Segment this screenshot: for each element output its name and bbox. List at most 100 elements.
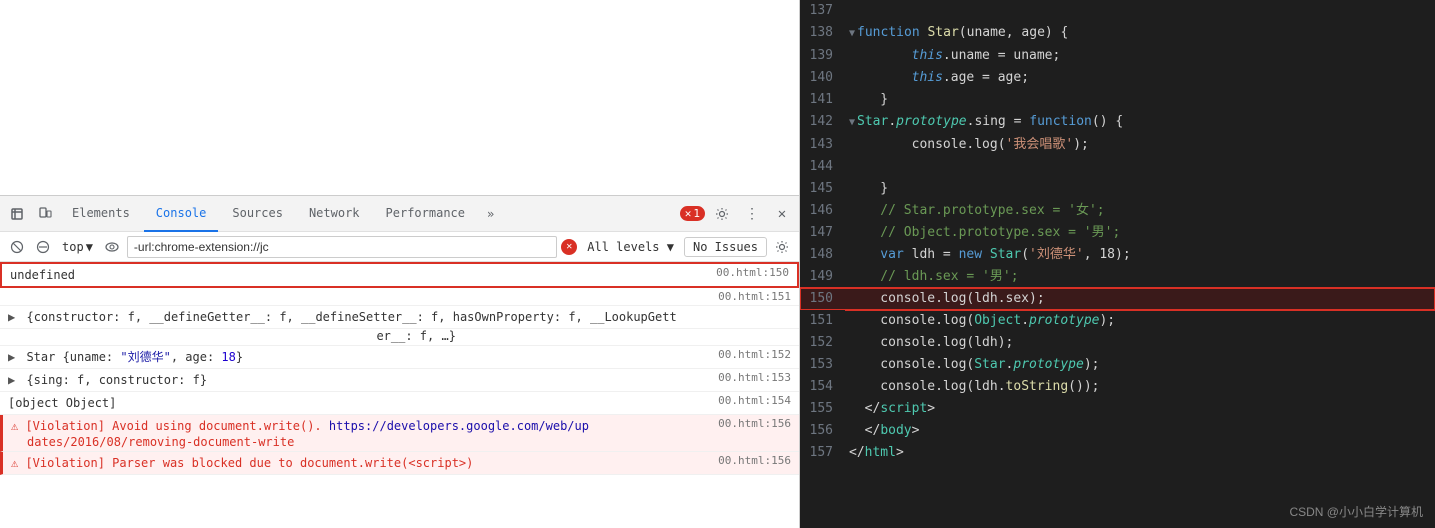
code-line-143: 143 console.log('我会唱歌'); [800,134,1435,156]
more-options-icon[interactable]: ⋮ [739,201,765,227]
code-line-149: 149 // ldh.sex = '男'; [800,266,1435,288]
console-entry-violation1: ⚠ [Violation] Avoid using document.write… [0,415,799,452]
line-num-144: 144 [800,156,845,178]
code-line-139: 139 this.uname = uname; [800,45,1435,67]
collapse-138-icon[interactable]: ▼ [849,28,855,39]
tab-sources[interactable]: Sources [220,196,295,232]
line-content-142: ▼Star.prototype.sing = function() { [845,111,1435,134]
clear-console-icon[interactable] [6,236,28,258]
entry-location-3[interactable]: 00.html:152 [718,348,791,361]
line-num-140: 140 [800,67,845,89]
line-num-137: 137 [800,0,845,22]
code-line-152: 152 console.log(ldh); [800,332,1435,354]
entry-location-1[interactable]: 00.html:150 [716,266,789,279]
code-line-144: 144 [800,156,1435,178]
line-num-145: 145 [800,178,845,200]
entry-text-violation1: ⚠ [Violation] Avoid using document.write… [11,417,710,435]
chevron-down-icon: ▼ [86,240,93,254]
code-line-154: 154 console.log(ldh.toString()); [800,376,1435,398]
entry-text-sing: ▶ {sing: f, constructor: f} [8,371,710,389]
code-lines: 137 138 ▼function Star(uname, age) { 139… [800,0,1435,464]
line-content-149: // ldh.sex = '男'; [845,266,1435,288]
entry-proto-wrap: er__: f, …} [0,329,799,346]
line-num-139: 139 [800,45,845,67]
more-tabs-button[interactable]: » [479,203,502,225]
line-content-150: console.log(ldh.sex); [845,288,1435,310]
line-content-139: this.uname = uname; [845,45,1435,67]
entry-text-star: ▶ Star {uname: "刘德华", age: 18} [8,348,710,366]
console-entry-undefined: undefined 00.html:150 [0,262,799,288]
line-content-155: </script> [845,398,1435,420]
line-content-140: this.age = age; [845,67,1435,89]
line-num-155: 155 [800,398,845,420]
line-num-156: 156 [800,420,845,442]
entry-location-2[interactable]: 00.html:151 [718,290,791,303]
code-line-146: 146 // Star.prototype.sex = '女'; [800,200,1435,222]
code-line-138: 138 ▼function Star(uname, age) { [800,22,1435,45]
expand-star-icon[interactable]: ▶ [8,350,15,364]
entry-text-violation2: ⚠ [Violation] Parser was blocked due to … [11,454,710,472]
devtools-tab-bar: Elements Console Sources Network Perform… [0,196,799,232]
console-entry-obj: [object Object] 00.html:154 [0,392,799,415]
line-content-153: console.log(Star.prototype); [845,354,1435,376]
line-num-138: 138 [800,22,845,44]
block-icon[interactable] [32,236,54,258]
entry-location-6[interactable]: 00.html:156 [718,417,791,435]
line-content-147: // Object.prototype.sex = '男'; [845,222,1435,244]
console-settings-icon[interactable] [771,236,793,258]
tab-console[interactable]: Console [144,196,219,232]
line-num-142: 142 [800,111,845,133]
filter-input[interactable] [127,236,557,258]
console-entry-blank: 00.html:151 [0,288,799,306]
line-content-143: console.log('我会唱歌'); [845,134,1435,156]
console-output: undefined 00.html:150 00.html:151 ▶ {con… [0,262,799,528]
log-levels-button[interactable]: All levels ▼ [581,238,680,256]
violation-link[interactable]: https://developers.google.com/web/up [329,419,589,433]
console-entry-star: ▶ Star {uname: "刘德华", age: 18} 00.html:1… [0,346,799,369]
line-num-157: 157 [800,442,845,464]
collapse-142-icon[interactable]: ▼ [849,117,855,128]
line-content-157: </html> [845,442,1435,464]
tab-performance[interactable]: Performance [374,196,477,232]
console-entry-proto: ▶ {constructor: f, __defineGetter__: f, … [0,306,799,329]
line-content-145: } [845,178,1435,200]
code-line-147: 147 // Object.prototype.sex = '男'; [800,222,1435,244]
line-num-147: 147 [800,222,845,244]
line-num-151: 151 [800,310,845,332]
entry-location-7[interactable]: 00.html:156 [718,454,791,467]
tab-right-controls: ✕ 1 ⋮ ✕ [680,201,795,227]
context-selector[interactable]: top ▼ [58,238,97,256]
tab-network[interactable]: Network [297,196,372,232]
entry-location-5[interactable]: 00.html:154 [718,394,791,407]
line-content-151: console.log(Object.prototype); [845,310,1435,332]
close-devtools-icon[interactable]: ✕ [769,201,795,227]
right-panel: 137 138 ▼function Star(uname, age) { 139… [800,0,1435,528]
code-line-145: 145 } [800,178,1435,200]
line-num-152: 152 [800,332,845,354]
expand-sing-icon[interactable]: ▶ [8,373,15,387]
filter-clear-icon[interactable]: ✕ [561,239,577,255]
line-content-156: </body> [845,420,1435,442]
line-num-148: 148 [800,244,845,266]
console-toolbar: top ▼ ✕ All levels ▼ No Issues [0,232,799,262]
device-toolbar-icon[interactable] [32,201,58,227]
line-num-146: 146 [800,200,845,222]
line-num-154: 154 [800,376,845,398]
code-line-153: 153 console.log(Star.prototype); [800,354,1435,376]
no-issues-button[interactable]: No Issues [684,237,767,257]
console-entry-violation2: ⚠ [Violation] Parser was blocked due to … [0,452,799,475]
entry-text-proto: ▶ {constructor: f, __defineGetter__: f, … [8,308,791,326]
expand-proto-icon[interactable]: ▶ [8,310,15,324]
line-num-143: 143 [800,134,845,156]
eye-icon[interactable] [101,236,123,258]
entry-location-4[interactable]: 00.html:153 [718,371,791,384]
code-line-140: 140 this.age = age; [800,67,1435,89]
error-x-icon: ✕ [685,207,692,220]
violation1-row: ⚠ [Violation] Avoid using document.write… [11,417,791,435]
code-line-151: 151 console.log(Object.prototype); [800,310,1435,332]
code-line-156: 156 </body> [800,420,1435,442]
tab-elements[interactable]: Elements [60,196,142,232]
inspect-element-icon[interactable] [4,201,30,227]
settings-gear-icon[interactable] [709,201,735,227]
left-panel: Elements Console Sources Network Perform… [0,0,800,528]
